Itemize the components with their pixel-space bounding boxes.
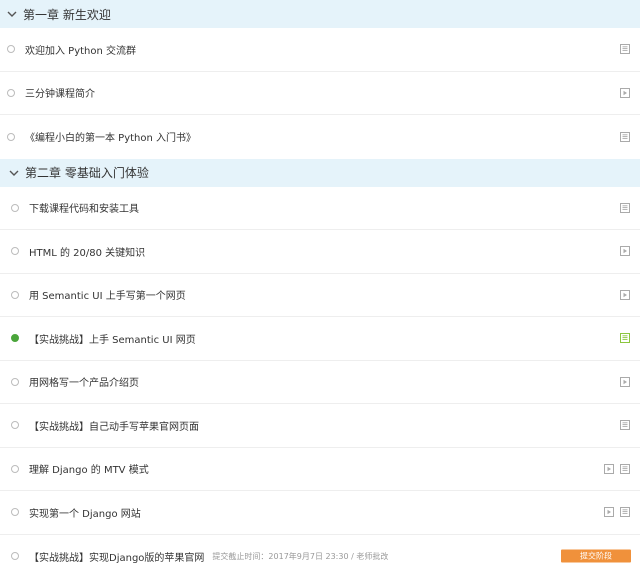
lesson-item[interactable]: 下载课程代码和安装工具 bbox=[0, 187, 640, 230]
chapter-title: 第一章 新生欢迎 bbox=[23, 7, 111, 22]
lesson-item-active[interactable]: 【实战挑战】上手 Semantic UI 网页 bbox=[0, 317, 640, 361]
document-icon[interactable] bbox=[620, 507, 630, 518]
status-dot bbox=[11, 508, 19, 517]
lesson-title: 【实战挑战】实现Django版的苹果官网 bbox=[29, 552, 205, 564]
status-dot bbox=[11, 203, 19, 212]
lesson-title: 理解 Django 的 MTV 模式 bbox=[29, 465, 149, 477]
lesson-icons bbox=[604, 507, 630, 518]
status-dot bbox=[11, 290, 19, 299]
lesson-icons bbox=[620, 376, 630, 387]
video-icon[interactable] bbox=[604, 507, 614, 518]
chevron-down-icon bbox=[7, 11, 17, 17]
lesson-item[interactable]: 欢迎加入 Python 交流群 bbox=[0, 28, 640, 72]
lesson-item[interactable]: 【实战挑战】自己动手写苹果官网页面 bbox=[0, 404, 640, 448]
submit-stage-button[interactable]: 提交阶段 bbox=[561, 549, 631, 563]
lesson-icons bbox=[620, 420, 630, 431]
lesson-title: 【实战挑战】上手 Semantic UI 网页 bbox=[29, 334, 196, 346]
lesson-icons bbox=[620, 202, 630, 213]
lesson-item[interactable]: 用网格写一个产品介绍页 bbox=[0, 361, 640, 404]
document-icon[interactable] bbox=[620, 44, 630, 55]
video-icon[interactable] bbox=[620, 87, 630, 98]
lesson-icons bbox=[620, 333, 630, 344]
lesson-icons bbox=[620, 246, 630, 257]
lesson-title: 三分钟课程简介 bbox=[25, 89, 95, 101]
lesson-icons bbox=[620, 131, 630, 142]
status-dot bbox=[7, 45, 15, 54]
video-icon[interactable] bbox=[620, 289, 630, 300]
lesson-title: 【实战挑战】自己动手写苹果官网页面 bbox=[29, 421, 199, 433]
video-icon[interactable] bbox=[620, 246, 630, 257]
lesson-item[interactable]: 实现第一个 Django 网站 bbox=[0, 491, 640, 535]
lesson-title: 下载课程代码和安装工具 bbox=[29, 204, 139, 216]
lesson-icons bbox=[620, 87, 630, 98]
status-dot bbox=[7, 88, 15, 97]
lesson-title: 《编程小白的第一本 Python 入门书》 bbox=[25, 133, 197, 145]
deadline-text: 提交截止时间：2017年9月7日 23:30 / 老师批改 bbox=[212, 551, 389, 561]
chapter-header-2[interactable]: 第二章 零基础入门体验 bbox=[0, 158, 640, 187]
course-outline: 第一章 新生欢迎 欢迎加入 Python 交流群 三分钟课程简介 《编程小白的第… bbox=[0, 0, 640, 578]
document-icon[interactable] bbox=[620, 202, 630, 213]
lesson-item[interactable]: HTML 的 20/80 关键知识 bbox=[0, 230, 640, 274]
chevron-down-icon bbox=[9, 170, 19, 176]
lesson-item[interactable]: 《编程小白的第一本 Python 入门书》 bbox=[0, 115, 640, 159]
lesson-icons bbox=[620, 44, 630, 55]
lesson-icons bbox=[620, 289, 630, 300]
lesson-item[interactable]: 用 Semantic UI 上手写第一个网页 bbox=[0, 274, 640, 317]
lesson-title: 用 Semantic UI 上手写第一个网页 bbox=[29, 291, 186, 303]
lesson-item[interactable]: 三分钟课程简介 bbox=[0, 72, 640, 115]
lesson-title: HTML 的 20/80 关键知识 bbox=[29, 247, 146, 259]
status-dot bbox=[11, 552, 19, 561]
chapter-header-1[interactable]: 第一章 新生欢迎 bbox=[0, 0, 640, 28]
status-dot bbox=[11, 464, 19, 473]
lesson-title: 实现第一个 Django 网站 bbox=[29, 508, 141, 520]
lesson-title: 欢迎加入 Python 交流群 bbox=[25, 45, 137, 57]
status-dot bbox=[11, 421, 19, 430]
document-icon[interactable] bbox=[620, 131, 630, 142]
chapter-title: 第二章 零基础入门体验 bbox=[25, 166, 149, 180]
lesson-item[interactable]: 理解 Django 的 MTV 模式 bbox=[0, 448, 640, 491]
status-dot-active bbox=[11, 334, 19, 343]
status-dot bbox=[11, 377, 19, 386]
video-icon[interactable] bbox=[620, 376, 630, 387]
lesson-icons bbox=[604, 463, 630, 474]
document-icon[interactable] bbox=[620, 463, 630, 474]
video-icon[interactable] bbox=[604, 463, 614, 474]
status-dot bbox=[7, 132, 15, 141]
lesson-title: 用网格写一个产品介绍页 bbox=[29, 378, 139, 390]
document-icon[interactable] bbox=[620, 420, 630, 431]
status-dot bbox=[11, 247, 19, 256]
lesson-item[interactable]: 【实战挑战】实现Django版的苹果官网 提交截止时间：2017年9月7日 23… bbox=[0, 535, 640, 579]
document-icon[interactable] bbox=[620, 333, 630, 344]
